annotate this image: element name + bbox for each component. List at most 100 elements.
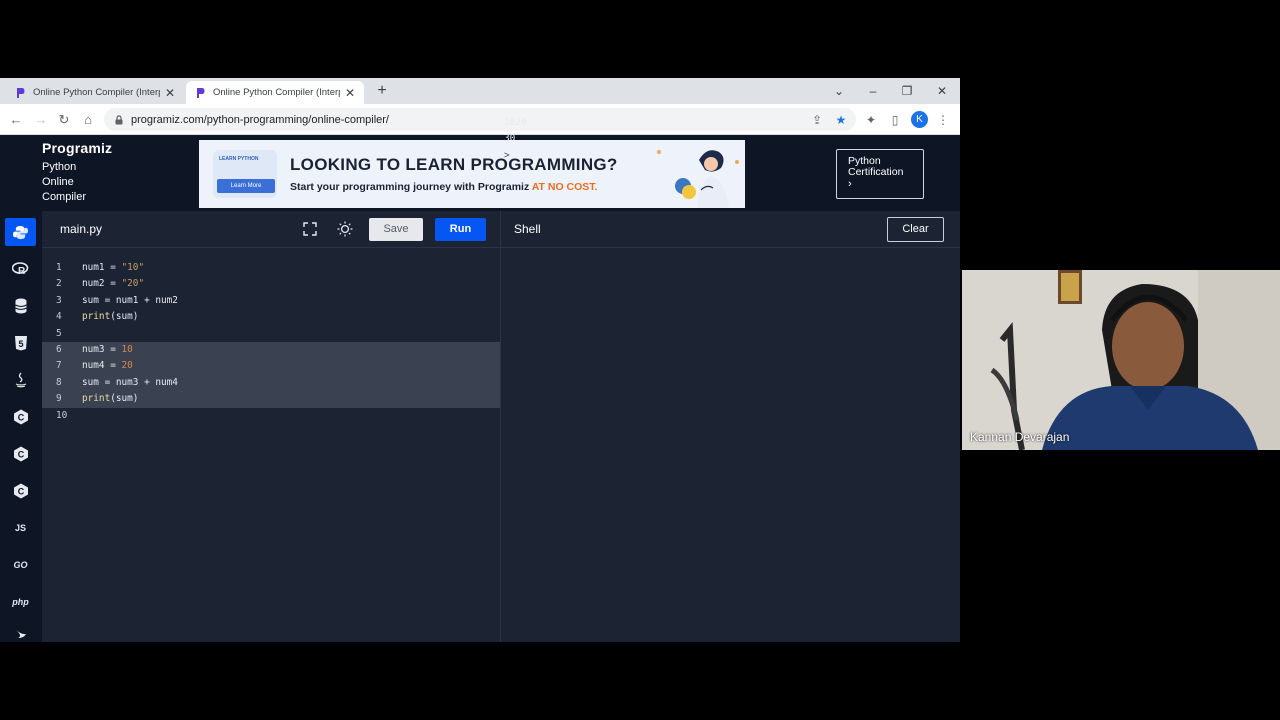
- cpp-label: C: [17, 450, 24, 460]
- code-token: 20: [121, 360, 133, 372]
- run-button[interactable]: Run: [435, 218, 486, 241]
- php-label: php: [12, 597, 29, 607]
- code-line[interactable]: 6 num3 = 10: [42, 342, 501, 359]
- code-token: (sum): [110, 311, 139, 323]
- java-icon[interactable]: [5, 366, 36, 394]
- r-language-icon[interactable]: R: [5, 255, 36, 283]
- browser-toolbar: ← → ↻ ⌂ programiz.com/python-programming…: [0, 104, 960, 135]
- book-label: LEARN PYTHON: [219, 156, 259, 162]
- code-token: num3 =: [82, 344, 122, 355]
- brand-name: Programiz: [42, 140, 113, 156]
- programiz-favicon-icon: [194, 87, 206, 99]
- profile-avatar[interactable]: K: [911, 111, 928, 128]
- code-text: sum = num3 + num4: [82, 375, 178, 391]
- code-text: num1 = "10": [82, 260, 144, 276]
- close-window-icon[interactable]: ✕: [932, 82, 952, 100]
- tab-title: Online Python Compiler (Interpre: [213, 87, 340, 98]
- ad-tagline: Start your programming journey with Prog…: [290, 181, 597, 193]
- html5-icon[interactable]: 5: [5, 329, 36, 357]
- line-number: 7: [56, 360, 62, 372]
- browser-window: Online Python Compiler (Interpre ✕ Onlin…: [0, 78, 960, 642]
- shell-output[interactable]: 1020 30 >: [504, 115, 527, 164]
- new-tab-icon[interactable]: +: [373, 82, 391, 100]
- python-icon[interactable]: [5, 218, 36, 246]
- home-icon[interactable]: ⌂: [78, 110, 98, 130]
- tab-search-icon[interactable]: ⌄: [829, 82, 849, 100]
- pane-divider[interactable]: [500, 211, 501, 642]
- sql-database-icon[interactable]: [5, 292, 36, 320]
- browser-tab-2[interactable]: Online Python Compiler (Interpre ✕: [186, 81, 364, 104]
- webcam-video: [962, 270, 1280, 450]
- code-line[interactable]: 2 num2 = "20": [42, 276, 501, 292]
- chevron-right-icon: ›: [848, 178, 852, 190]
- line-number: 8: [56, 376, 62, 388]
- back-icon[interactable]: ←: [6, 110, 26, 130]
- code-text: print(sum): [82, 391, 138, 407]
- code-token: print: [82, 311, 111, 323]
- code-line[interactable]: 4 print(sum): [42, 309, 501, 325]
- code-token: print: [82, 393, 111, 405]
- brand[interactable]: Programiz Python Online Compiler: [42, 140, 112, 205]
- code-line[interactable]: 1 num1 = "10": [42, 260, 501, 276]
- save-button[interactable]: Save: [369, 218, 423, 241]
- line-number: 6: [56, 344, 62, 355]
- code-token: (sum): [110, 393, 139, 405]
- php-icon[interactable]: php: [5, 588, 36, 616]
- learn-more-button[interactable]: Learn More: [217, 179, 275, 193]
- cert-line: Certification: [848, 166, 904, 178]
- more-menu-icon[interactable]: ⋮: [933, 110, 953, 130]
- subtitle-line: Python: [42, 161, 77, 173]
- swift-icon[interactable]: [5, 623, 36, 642]
- line-number: 3: [56, 294, 62, 306]
- code-token: num1 =: [82, 262, 122, 273]
- line-number: 10: [56, 409, 68, 421]
- side-panel-icon[interactable]: ▯: [885, 110, 905, 130]
- code-text: num2 = "20": [82, 276, 144, 292]
- student-illustration: [657, 150, 739, 208]
- csharp-icon[interactable]: C: [5, 477, 36, 505]
- code-line[interactable]: 9 print(sum): [42, 391, 501, 408]
- shell-title: Shell: [514, 222, 541, 236]
- browser-tab-1[interactable]: Online Python Compiler (Interpre ✕: [6, 81, 184, 104]
- code-line[interactable]: 8 sum = num3 + num4: [42, 374, 501, 392]
- code-line[interactable]: 5: [42, 326, 501, 342]
- restore-icon[interactable]: ❐: [897, 82, 917, 100]
- fullscreen-icon[interactable]: [301, 220, 319, 238]
- extensions-icon[interactable]: ✦: [861, 110, 881, 130]
- code-token: sum = num1 + num2: [82, 294, 178, 306]
- presenter-video-frame: [962, 270, 1280, 450]
- cpp-icon[interactable]: C: [5, 440, 36, 468]
- bookmark-star-icon[interactable]: ★: [831, 110, 851, 130]
- line-number: 1: [56, 262, 62, 273]
- code-editor[interactable]: 1 num1 = "10" 2 num2 = "20" 3 sum = num1 + nu…: [42, 248, 501, 642]
- forward-icon[interactable]: →: [31, 110, 51, 130]
- line-number: 4: [56, 311, 62, 323]
- minimize-icon[interactable]: –: [863, 82, 883, 100]
- tab-title: Online Python Compiler (Interpre: [33, 87, 160, 98]
- tagline-accent: AT NO COST.: [531, 181, 598, 193]
- code-text: print(sum): [82, 309, 138, 325]
- close-tab-icon[interactable]: ✕: [344, 86, 356, 100]
- code-line[interactable]: 3 sum = num1 + num2: [42, 293, 501, 309]
- programiz-logo[interactable]: Programiz: [42, 140, 112, 156]
- language-sidebar: R 5 C C C JS GO php: [0, 211, 42, 642]
- theme-sun-icon[interactable]: [336, 220, 354, 238]
- code-line[interactable]: 7 num4 = 20: [42, 358, 501, 375]
- share-icon[interactable]: ⇪: [807, 110, 827, 130]
- code-text: sum = num1 + num2: [82, 293, 178, 309]
- go-icon[interactable]: GO: [5, 551, 36, 579]
- javascript-icon[interactable]: JS: [5, 514, 36, 542]
- address-bar[interactable]: programiz.com/python-programming/online-…: [104, 108, 856, 131]
- close-tab-icon[interactable]: ✕: [164, 86, 176, 100]
- clear-button[interactable]: Clear: [887, 217, 944, 242]
- c-language-icon[interactable]: C: [5, 403, 36, 431]
- python-certification-link[interactable]: Python Certification ›: [836, 149, 924, 199]
- ad-headline: LOOKING TO LEARN PROGRAMMING?: [290, 155, 618, 174]
- ad-banner[interactable]: LEARN PYTHON Learn More LOOKING TO LEARN…: [199, 140, 745, 208]
- file-tab-main-py[interactable]: main.py: [60, 222, 102, 236]
- code-line[interactable]: 10: [42, 408, 501, 424]
- lock-icon: [115, 114, 123, 124]
- c-label: C: [17, 413, 24, 423]
- reload-icon[interactable]: ↻: [54, 110, 74, 130]
- subtitle-line: Online: [42, 176, 74, 188]
